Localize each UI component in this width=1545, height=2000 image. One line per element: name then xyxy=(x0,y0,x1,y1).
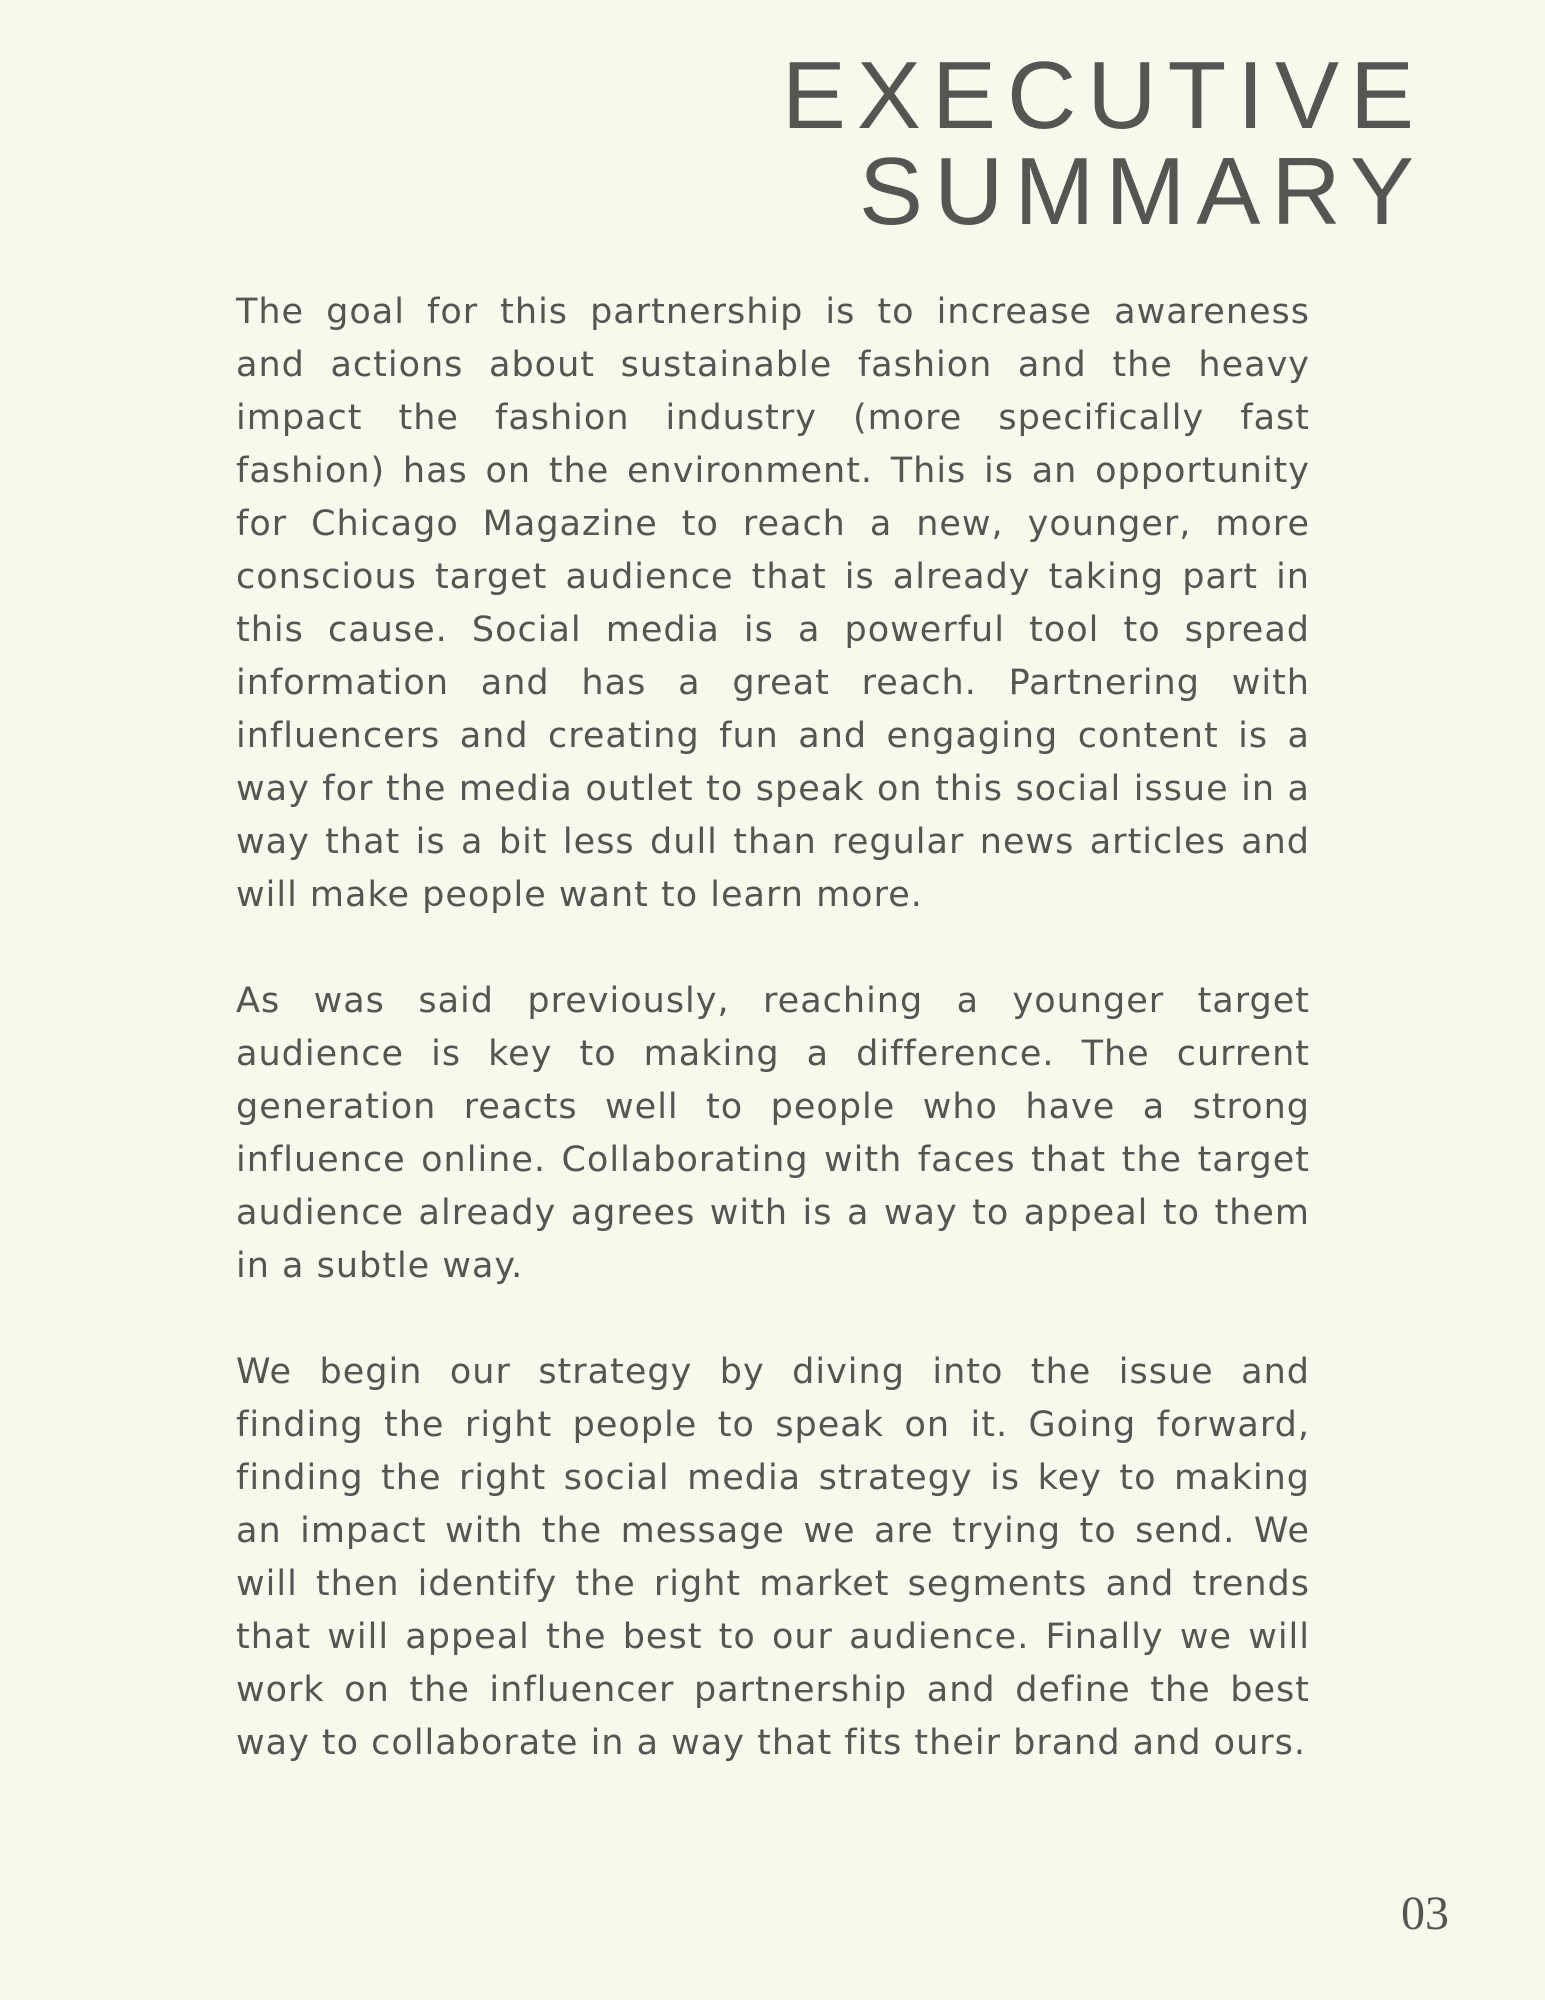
page-title: EXECUTIVE SUMMARY xyxy=(782,48,1425,240)
page-title-line-2: SUMMARY xyxy=(859,138,1425,245)
summary-paragraph-3: We begin our strategy by diving into the… xyxy=(236,1352,1310,1763)
page-title-line-1: EXECUTIVE xyxy=(781,42,1425,149)
summary-paragraph-2: As was said previously, reaching a young… xyxy=(236,981,1310,1286)
summary-body: The goal for this partnership is to incr… xyxy=(236,286,1310,1823)
summary-paragraph-1: The goal for this partnership is to incr… xyxy=(236,292,1310,915)
page-number: 03 xyxy=(1401,1887,1449,1940)
